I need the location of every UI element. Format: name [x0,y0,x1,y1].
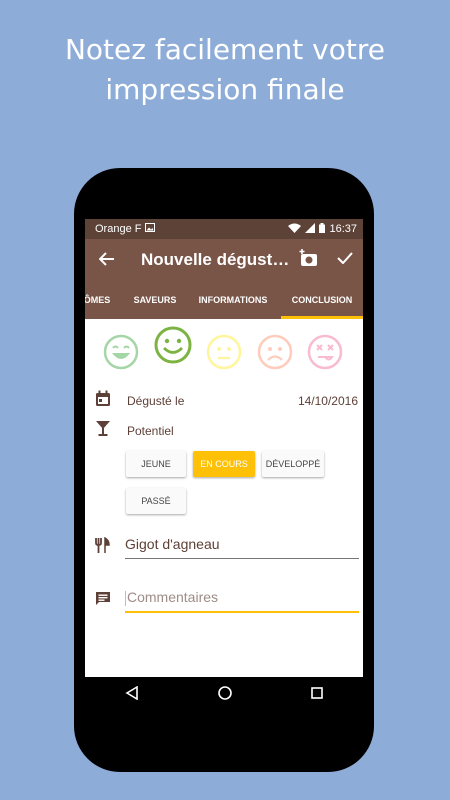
page-title: Nouvelle dégustati… [141,250,291,269]
back-arrow-icon[interactable] [85,249,129,272]
pairing-field[interactable]: Gigot d'agneau [125,536,359,559]
calendar-icon [95,390,111,412]
very-happy-face-icon[interactable] [103,334,139,375]
recents-square-icon[interactable] [311,686,324,704]
check-icon[interactable] [327,251,363,269]
dead-face-icon[interactable] [307,334,343,375]
comment-icon [95,591,111,612]
image-icon [145,223,156,235]
tab-aromes[interactable]: ÔMES [85,281,117,319]
smiling-face-icon[interactable] [154,326,192,369]
tasted-label: Dégusté le [127,394,185,408]
home-circle-icon[interactable] [218,685,232,705]
potential-option-developpe[interactable]: DÉVELOPPÉ [262,451,324,477]
potential-option-passe[interactable]: PASSÉ [126,488,186,514]
pairing-value: Gigot d'agneau [125,536,220,552]
promo-headline-line2: impression finale [105,73,345,106]
potential-label: Potentiel [127,424,174,438]
tab-saveurs[interactable]: SAVEURS [125,281,185,319]
sad-face-icon[interactable] [257,334,293,375]
tab-bar: ÔMES SAVEURS INFORMATIONS CONCLUSION [85,281,363,319]
potential-row: Potentiel [85,419,363,443]
promo-headline-line1: Notez facilement votre [64,33,385,66]
promo-headline: Notez facilement votre impression finale [0,30,450,110]
add-photo-icon[interactable] [291,248,327,272]
app-bar: Nouvelle dégustati… [85,239,363,281]
neutral-face-icon[interactable] [206,334,242,375]
potential-option-jeune[interactable]: JEUNE [126,451,186,477]
rating-faces [85,326,363,376]
comments-placeholder: Commentaires [127,589,219,605]
navigation-bar [85,677,363,713]
tab-conclusion[interactable]: CONCLUSION [281,281,363,319]
clock: 16:37 [329,223,357,235]
status-bar: Orange F 16:37 [85,219,363,239]
signal-icon [305,222,316,236]
wine-glass-icon [95,420,111,442]
text-caret [125,590,126,606]
tasted-date-row[interactable]: Dégusté le 14/10/2016 [85,389,363,413]
potential-option-en-cours[interactable]: EN COURS [193,451,255,477]
wifi-icon [288,223,302,236]
tasted-date[interactable]: 14/10/2016 [298,394,358,408]
back-triangle-icon[interactable] [125,685,139,705]
fork-knife-icon [95,536,111,559]
app-screen: Orange F 16:37 Nouvelle dégustati… [85,219,363,677]
comments-field[interactable]: Commentaires [125,589,359,613]
battery-icon [319,222,326,236]
tab-informations[interactable]: INFORMATIONS [193,281,273,319]
carrier-label: Orange F [95,223,142,235]
